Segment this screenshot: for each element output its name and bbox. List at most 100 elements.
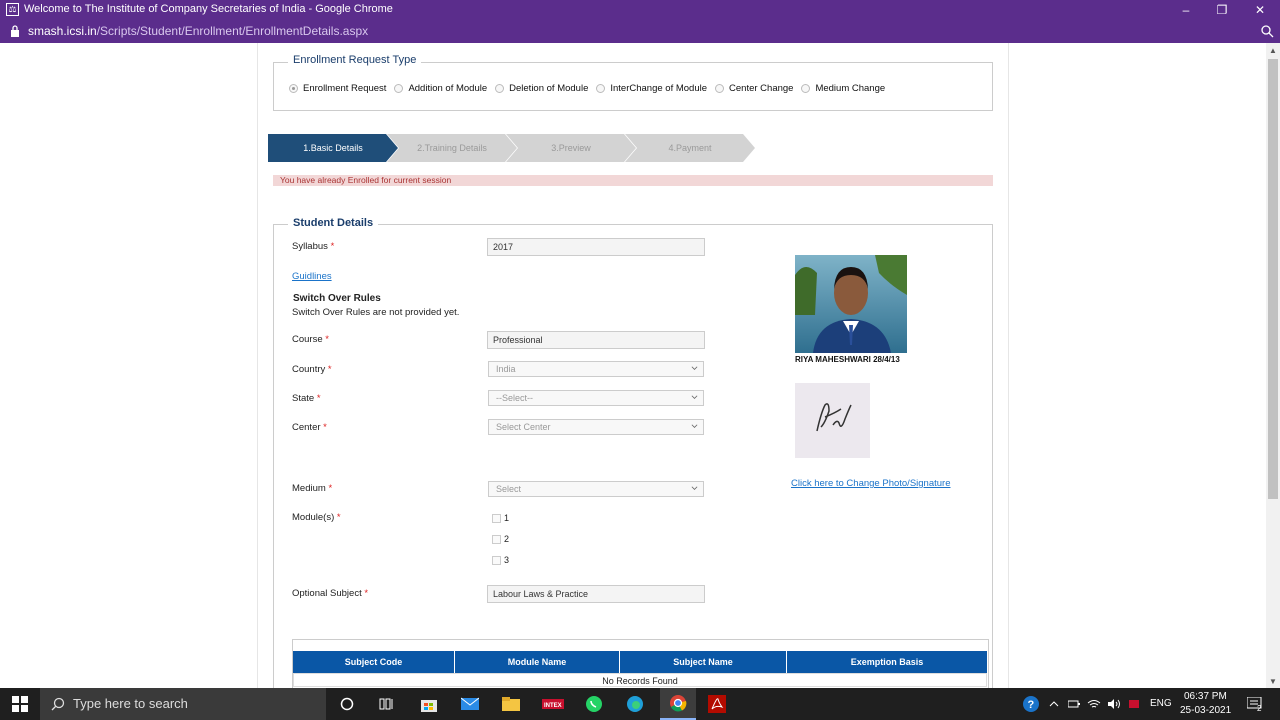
modules-label-text: Module(s): [292, 512, 335, 523]
wifi-icon[interactable]: [1086, 688, 1102, 720]
page-scrollbar[interactable]: ▲ ▼: [1266, 43, 1280, 688]
radio-center-change[interactable]: Center Change: [715, 83, 793, 94]
file-explorer-icon[interactable]: [498, 688, 524, 720]
module-2-checkbox[interactable]: 2: [492, 534, 509, 544]
medium-label-text: Medium: [292, 483, 326, 494]
column-subject-name: Subject Name: [620, 651, 787, 673]
checkbox[interactable]: [492, 555, 501, 565]
radio-button[interactable]: [715, 84, 725, 93]
language-indicator[interactable]: ENG: [1150, 698, 1172, 709]
radio-button[interactable]: [289, 84, 298, 93]
checkbox[interactable]: [492, 513, 501, 523]
address-bar[interactable]: smash.icsi.in/Scripts/Student/Enrollment…: [0, 20, 1280, 43]
guidelines-link[interactable]: Guidlines: [292, 271, 332, 282]
scroll-up-icon[interactable]: ▲: [1269, 46, 1277, 55]
wizard-step-basic-details[interactable]: 1.Basic Details: [268, 134, 398, 162]
medium-label: Medium *: [292, 483, 332, 494]
edge-browser-icon[interactable]: [622, 688, 648, 720]
task-view-icon[interactable]: [374, 688, 400, 720]
minimize-icon[interactable]: –: [1176, 1, 1196, 19]
icsi-favicon-icon: ⚖: [6, 3, 19, 16]
required-mark: *: [316, 393, 321, 404]
module-3-checkbox[interactable]: 3: [492, 555, 509, 565]
center-label-text: Center: [292, 422, 321, 433]
country-label-text: Country: [292, 364, 326, 375]
window-title: Welcome to The Institute of Company Secr…: [24, 3, 393, 15]
radio-addition-of-module[interactable]: Addition of Module: [394, 83, 487, 94]
cortana-icon[interactable]: [334, 688, 360, 720]
state-label: State *: [292, 393, 321, 404]
radio-deletion-of-module[interactable]: Deletion of Module: [495, 83, 588, 94]
network-status-icon[interactable]: [1126, 688, 1142, 720]
no-records-text: No Records Found: [293, 673, 987, 687]
lock-icon: [11, 25, 19, 37]
notifications-icon[interactable]: [1244, 688, 1266, 720]
enrollment-type-legend: Enrollment Request Type: [288, 54, 422, 66]
volume-icon[interactable]: [1106, 688, 1122, 720]
scrollbar-thumb[interactable]: [1268, 59, 1278, 499]
checkbox[interactable]: [492, 534, 501, 544]
show-hidden-icons-icon[interactable]: [1046, 688, 1062, 720]
wizard-step-payment[interactable]: 4.Payment: [625, 134, 755, 162]
chevron-down-icon: [691, 486, 698, 490]
radio-label: Enrollment Request: [303, 83, 387, 94]
column-module-name: Module Name: [455, 651, 620, 673]
battery-icon[interactable]: [1066, 688, 1082, 720]
center-label: Center *: [292, 422, 327, 433]
switch-over-text: Switch Over Rules are not provided yet.: [292, 307, 460, 318]
photo-caption: RIYA MAHESHWARI 28/4/13: [795, 355, 900, 364]
radio-label: Medium Change: [815, 83, 886, 94]
windows-start-icon[interactable]: [0, 688, 40, 720]
required-mark: *: [364, 588, 369, 599]
radio-label: Addition of Module: [408, 83, 488, 94]
center-select[interactable]: Select Center: [488, 419, 704, 435]
radio-interchange-of-module[interactable]: InterChange of Module: [596, 83, 707, 94]
url-text[interactable]: smash.icsi.in/Scripts/Student/Enrollment…: [28, 24, 368, 38]
radio-label: Center Change: [729, 83, 794, 94]
radio-button[interactable]: [394, 84, 404, 93]
column-subject-code: Subject Code: [293, 651, 455, 673]
optional-subject-label-text: Optional Subject: [292, 588, 362, 599]
intex-app-icon[interactable]: INTEX: [540, 688, 566, 720]
radio-button[interactable]: [596, 84, 606, 93]
svg-text:?: ?: [1028, 699, 1035, 711]
already-enrolled-alert: You have already Enrolled for current se…: [273, 175, 993, 186]
radio-medium-change[interactable]: Medium Change: [801, 83, 885, 94]
switch-over-title: Switch Over Rules: [293, 293, 381, 304]
microsoft-store-icon[interactable]: [416, 688, 442, 720]
scroll-down-icon[interactable]: ▼: [1269, 677, 1277, 686]
required-mark: *: [336, 512, 341, 523]
required-mark: *: [327, 364, 332, 375]
required-mark: *: [323, 422, 327, 433]
course-label-text: Course: [292, 334, 323, 345]
medium-select[interactable]: Select: [488, 481, 704, 497]
help-icon[interactable]: ?: [1020, 688, 1042, 720]
whatsapp-icon[interactable]: [581, 688, 607, 720]
acrobat-reader-icon[interactable]: [704, 688, 730, 720]
change-photo-signature-link[interactable]: Click here to Change Photo/Signature: [791, 478, 951, 489]
chevron-down-icon: [691, 366, 698, 370]
restore-icon[interactable]: ❐: [1212, 1, 1232, 19]
optional-subject-field[interactable]: Labour Laws & Practice: [487, 585, 705, 603]
wizard-step-training-details[interactable]: 2.Training Details: [387, 134, 517, 162]
chrome-taskbar-icon[interactable]: [660, 688, 696, 720]
country-select[interactable]: India: [488, 361, 704, 377]
taskbar-search-box[interactable]: Type here to search: [40, 688, 326, 720]
course-field[interactable]: Professional: [487, 331, 705, 349]
wizard-step-preview[interactable]: 3.Preview: [506, 134, 636, 162]
page-viewport: Enrollment Request Type Enrollment Reque…: [0, 43, 1280, 688]
module-label: 3: [504, 555, 510, 565]
clock-time[interactable]: 06:37 PM: [1184, 691, 1227, 702]
zoom-icon[interactable]: [1260, 24, 1274, 38]
state-label-text: State: [292, 393, 315, 404]
state-select[interactable]: --Select--: [488, 390, 704, 406]
radio-enrollment-request[interactable]: Enrollment Request: [289, 83, 386, 94]
mail-icon[interactable]: [457, 688, 483, 720]
radio-button[interactable]: [801, 84, 811, 93]
syllabus-field[interactable]: 2017: [487, 238, 705, 256]
radio-label: InterChange of Module: [610, 83, 708, 94]
module-1-checkbox[interactable]: 1: [492, 513, 509, 523]
radio-button[interactable]: [495, 84, 505, 93]
clock-date[interactable]: 25-03-2021: [1180, 705, 1231, 716]
close-icon[interactable]: ✕: [1250, 1, 1270, 19]
